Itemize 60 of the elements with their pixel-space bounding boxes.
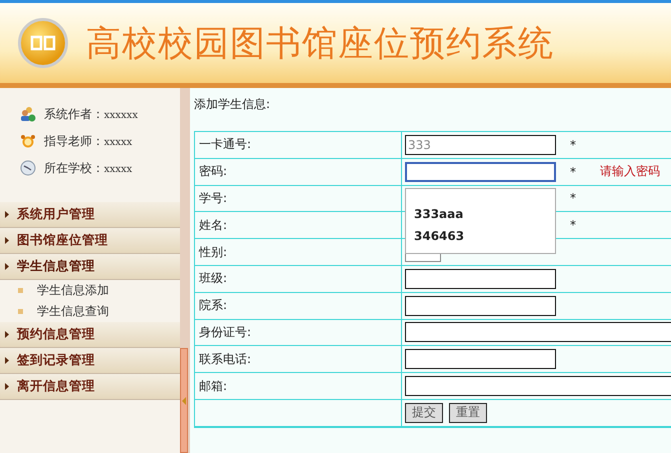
suggestion-item[interactable]: 346463 xyxy=(406,224,555,247)
caret-icon xyxy=(5,357,9,364)
form-button[interactable]: 重置 xyxy=(449,402,487,423)
users-icon xyxy=(20,106,36,122)
required-mark: * xyxy=(570,191,576,206)
input-field[interactable] xyxy=(405,268,556,289)
input-field[interactable] xyxy=(405,322,671,342)
field-label: 邮箱: xyxy=(195,373,402,400)
field-label: 密码: xyxy=(195,158,402,186)
suggestion-item[interactable]: 333aaa xyxy=(406,202,555,225)
field-label: 院系: xyxy=(195,292,402,320)
clock-icon xyxy=(20,160,36,176)
menu-item[interactable]: 学生信息查询 xyxy=(0,301,180,322)
form-button[interactable]: 提交 xyxy=(405,402,443,423)
caret-icon xyxy=(5,263,9,270)
input-field[interactable] xyxy=(405,162,556,182)
info-text: 系统作者：xxxxxx xyxy=(44,106,138,122)
field-label: 班级: xyxy=(195,266,402,293)
menu-item[interactable]: 学生信息添加 xyxy=(0,280,180,301)
menu-group[interactable]: 预约信息管理 xyxy=(0,322,180,348)
error-message: 请输入密码 xyxy=(600,163,660,180)
menu-item-label: 学生信息添加 xyxy=(37,282,109,299)
field-label: 一卡通号: xyxy=(195,132,402,159)
menu-group-label: 预约信息管理 xyxy=(17,326,95,343)
logo-icon xyxy=(18,18,68,68)
caret-icon xyxy=(5,211,9,218)
form-title: 添加学生信息: xyxy=(194,96,272,113)
menu-group-label: 签到记录管理 xyxy=(17,352,95,369)
menu-group[interactable]: 学生信息管理 xyxy=(0,254,180,280)
menu-group[interactable]: 图书馆座位管理 xyxy=(0,228,180,254)
input-field[interactable] xyxy=(405,296,556,316)
info-text: 指导老师：xxxxx xyxy=(44,132,132,150)
menu-item-label: 学生信息查询 xyxy=(37,303,109,320)
alarm-clock-icon xyxy=(20,134,36,148)
menu-group[interactable]: 系统用户管理 xyxy=(0,202,180,228)
menu-group-label: 图书馆座位管理 xyxy=(17,232,108,249)
field-label: 性别: xyxy=(195,239,402,266)
required-mark: * xyxy=(570,138,576,152)
input-field[interactable] xyxy=(405,349,556,370)
field-label: 学号: xyxy=(195,186,402,212)
caret-icon xyxy=(5,383,9,390)
menu-group[interactable]: 离开信息管理 xyxy=(0,374,180,400)
required-mark: * xyxy=(570,218,576,232)
collapse-handle[interactable] xyxy=(180,348,188,453)
menu-group-label: 离开信息管理 xyxy=(17,378,95,395)
bullet-icon xyxy=(18,309,23,314)
caret-icon xyxy=(5,331,9,338)
caret-icon xyxy=(5,237,9,244)
field-label: 姓名: xyxy=(195,212,402,240)
menu-group-label: 系统用户管理 xyxy=(17,206,95,223)
menu-group[interactable]: 签到记录管理 xyxy=(0,348,180,374)
menu-group-label: 学生信息管理 xyxy=(17,258,95,275)
system-title: 高校校园图书馆座位预约系统 xyxy=(86,22,554,66)
input-field[interactable]: 333 xyxy=(405,134,556,155)
field-label: 身份证号: xyxy=(195,320,402,346)
required-mark: * xyxy=(570,164,576,179)
field-label: 联系电话: xyxy=(195,346,402,374)
bullet-icon xyxy=(18,288,23,293)
info-text: 所在学校：xxxxx xyxy=(44,160,132,176)
left-arrow-icon xyxy=(182,396,186,404)
